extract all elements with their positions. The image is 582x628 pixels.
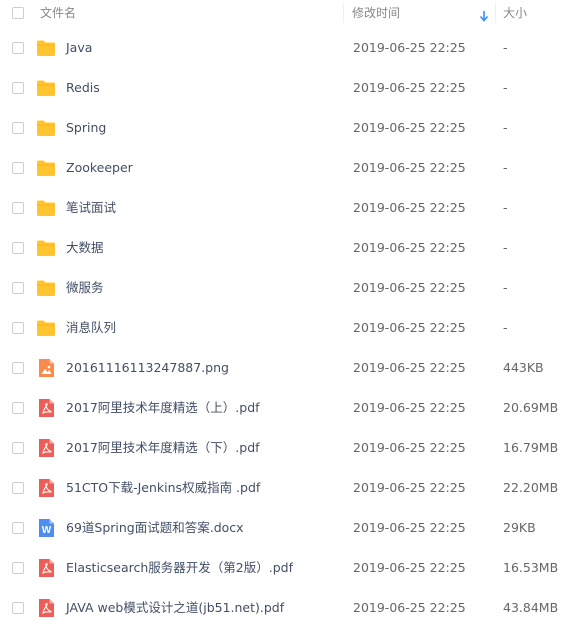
- file-size: 22.20MB: [503, 480, 559, 495]
- pdf-file-icon: [36, 439, 56, 457]
- row-checkbox[interactable]: [12, 162, 24, 174]
- column-header-modified-time[interactable]: 修改时间: [352, 0, 400, 26]
- word-file-icon: W: [36, 519, 56, 537]
- file-name[interactable]: 2017阿里技术年度精选（下）.pdf: [66, 428, 260, 468]
- row-checkbox[interactable]: [12, 42, 24, 54]
- file-row[interactable]: Elasticsearch服务器开发（第2版）.pdf 2019-06-25 22…: [0, 548, 582, 588]
- file-modified-time: 2019-06-25 22:25: [353, 40, 466, 55]
- file-row[interactable]: Redis 2019-06-25 22:25 -: [0, 68, 582, 108]
- row-checkbox[interactable]: [12, 562, 24, 574]
- row-checkbox[interactable]: [12, 362, 24, 374]
- file-size: -: [503, 320, 508, 335]
- file-name[interactable]: 20161116113247887.png: [66, 348, 229, 388]
- file-modified-time: 2019-06-25 22:25: [353, 160, 466, 175]
- file-name[interactable]: 2017阿里技术年度精选（上）.pdf: [66, 388, 260, 428]
- row-checkbox[interactable]: [12, 122, 24, 134]
- file-modified-time: 2019-06-25 22:25: [353, 400, 466, 415]
- file-row[interactable]: 微服务 2019-06-25 22:25 -: [0, 268, 582, 308]
- folder-icon: [36, 159, 56, 177]
- file-row[interactable]: 51CTO下载-Jenkins权威指南 .pdf 2019-06-25 22:25…: [0, 468, 582, 508]
- file-row[interactable]: 2017阿里技术年度精选（下）.pdf 2019-06-25 22:25 16.79…: [0, 428, 582, 468]
- file-row[interactable]: W 69道Spring面试题和答案.docx 2019-06-25 22:25 29K…: [0, 508, 582, 548]
- row-checkbox[interactable]: [12, 482, 24, 494]
- file-modified-time: 2019-06-25 22:25: [353, 80, 466, 95]
- file-row[interactable]: 消息队列 2019-06-25 22:25 -: [0, 308, 582, 348]
- file-size: -: [503, 240, 508, 255]
- file-modified-time: 2019-06-25 22:25: [353, 520, 466, 535]
- file-row[interactable]: 笔试面试 2019-06-25 22:25 -: [0, 188, 582, 228]
- file-size: 20.69MB: [503, 400, 559, 415]
- file-row[interactable]: Zookeeper 2019-06-25 22:25 -: [0, 148, 582, 188]
- arrow-down-icon[interactable]: [479, 7, 489, 22]
- file-row[interactable]: Java 2019-06-25 22:25 -: [0, 28, 582, 68]
- row-checkbox[interactable]: [12, 322, 24, 334]
- file-name[interactable]: Redis: [66, 68, 100, 108]
- folder-icon: [36, 199, 56, 217]
- row-checkbox[interactable]: [12, 602, 24, 614]
- file-size: -: [503, 80, 508, 95]
- file-name[interactable]: 69道Spring面试题和答案.docx: [66, 508, 244, 548]
- file-name[interactable]: JAVA web模式设计之道(jb51.net).pdf: [66, 588, 284, 628]
- select-all-checkbox[interactable]: [12, 7, 24, 19]
- file-name[interactable]: Elasticsearch服务器开发（第2版）.pdf: [66, 548, 293, 588]
- file-list-header: 文件名 修改时间 大小: [0, 0, 582, 26]
- file-modified-time: 2019-06-25 22:25: [353, 280, 466, 295]
- file-name[interactable]: 大数据: [66, 228, 104, 268]
- column-header-size[interactable]: 大小: [503, 0, 527, 26]
- row-checkbox[interactable]: [12, 522, 24, 534]
- image-file-icon: [36, 359, 56, 377]
- file-size: 29KB: [503, 520, 536, 535]
- file-modified-time: 2019-06-25 22:25: [353, 480, 466, 495]
- file-size: -: [503, 40, 508, 55]
- svg-text:W: W: [42, 525, 52, 536]
- row-checkbox[interactable]: [12, 202, 24, 214]
- file-modified-time: 2019-06-25 22:25: [353, 200, 466, 215]
- file-size: -: [503, 280, 508, 295]
- file-modified-time: 2019-06-25 22:25: [353, 120, 466, 135]
- folder-icon: [36, 279, 56, 297]
- file-size: -: [503, 160, 508, 175]
- file-name[interactable]: 笔试面试: [66, 188, 116, 228]
- file-row[interactable]: 20161116113247887.png 2019-06-25 22:25 443…: [0, 348, 582, 388]
- file-row[interactable]: Spring 2019-06-25 22:25 -: [0, 108, 582, 148]
- file-modified-time: 2019-06-25 22:25: [353, 320, 466, 335]
- column-divider: [495, 3, 496, 23]
- folder-icon: [36, 319, 56, 337]
- folder-icon: [36, 39, 56, 57]
- file-row[interactable]: 大数据 2019-06-25 22:25 -: [0, 228, 582, 268]
- file-size: -: [503, 200, 508, 215]
- pdf-file-icon: [36, 479, 56, 497]
- file-modified-time: 2019-06-25 22:25: [353, 560, 466, 575]
- file-name[interactable]: 微服务: [66, 268, 104, 308]
- file-size: 443KB: [503, 360, 544, 375]
- file-modified-time: 2019-06-25 22:25: [353, 440, 466, 455]
- file-name[interactable]: Zookeeper: [66, 148, 133, 188]
- file-size: 16.79MB: [503, 440, 559, 455]
- row-checkbox[interactable]: [12, 402, 24, 414]
- folder-icon: [36, 239, 56, 257]
- pdf-file-icon: [36, 559, 56, 577]
- row-checkbox[interactable]: [12, 82, 24, 94]
- file-row[interactable]: 2017阿里技术年度精选（上）.pdf 2019-06-25 22:25 20.69…: [0, 388, 582, 428]
- file-size: 16.53MB: [503, 560, 559, 575]
- file-modified-time: 2019-06-25 22:25: [353, 360, 466, 375]
- column-divider: [343, 3, 344, 23]
- pdf-file-icon: [36, 399, 56, 417]
- pdf-file-icon: [36, 599, 56, 617]
- file-size: 43.84MB: [503, 600, 559, 615]
- file-name[interactable]: 消息队列: [66, 308, 116, 348]
- file-name[interactable]: 51CTO下载-Jenkins权威指南 .pdf: [66, 468, 260, 508]
- file-modified-time: 2019-06-25 22:25: [353, 600, 466, 615]
- folder-icon: [36, 79, 56, 97]
- file-size: -: [503, 120, 508, 135]
- folder-icon: [36, 119, 56, 137]
- column-header-filename[interactable]: 文件名: [40, 0, 76, 26]
- file-name[interactable]: Java: [66, 28, 92, 68]
- row-checkbox[interactable]: [12, 442, 24, 454]
- file-row[interactable]: JAVA web模式设计之道(jb51.net).pdf 2019-06-25 2…: [0, 588, 582, 628]
- file-name[interactable]: Spring: [66, 108, 106, 148]
- row-checkbox[interactable]: [12, 242, 24, 254]
- file-modified-time: 2019-06-25 22:25: [353, 240, 466, 255]
- row-checkbox[interactable]: [12, 282, 24, 294]
